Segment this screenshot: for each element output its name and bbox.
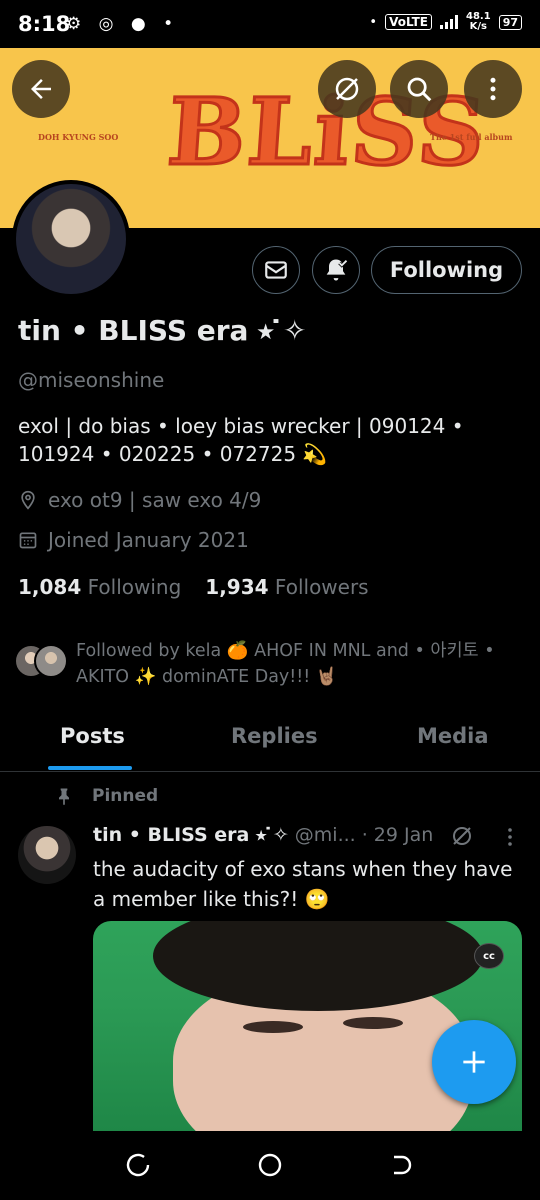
system-back-button[interactable] xyxy=(388,1151,416,1183)
tweet-header: tin • BLISS era ⭑ ̇✧ @mi... · 29 Jan xyxy=(93,824,433,846)
more-options-button[interactable] xyxy=(464,60,522,118)
tweet-text: the audacity of exo stans when they have… xyxy=(93,857,513,911)
avatar-image xyxy=(16,184,126,294)
tweet-author-name[interactable]: tin • BLISS era ⭑ ̇✧ xyxy=(93,824,289,846)
banner-artist-text: DOH KYUNG SOO xyxy=(38,132,119,142)
following-label: Following xyxy=(87,575,182,599)
net-speed: 48.1 K/s xyxy=(466,12,491,32)
wifi-dot-icon: • xyxy=(369,14,378,30)
joined-text: Joined January 2021 xyxy=(48,528,249,552)
location-row: exo ot9 | saw exo 4/9 xyxy=(18,488,261,512)
arrow-left-icon xyxy=(31,79,51,99)
followers-label: Followers xyxy=(274,575,369,599)
tweet-handle-date: @mi... · 29 Jan xyxy=(294,824,434,846)
notifications-button[interactable] xyxy=(312,246,360,294)
display-name: tin • BLISS era ⭑ ̇✧ xyxy=(18,314,307,347)
joined-row: Joined January 2021 xyxy=(18,528,249,552)
location-pin-icon xyxy=(21,490,35,510)
pin-icon xyxy=(59,788,69,806)
calendar-icon xyxy=(19,532,37,549)
search-button[interactable] xyxy=(390,60,448,118)
net-speed-unit: K/s xyxy=(469,21,488,32)
status-bar: 8:18 ⚙ ◎ ● • • VoLTE 48.1 K/s 97 xyxy=(0,0,540,48)
followers-count-link[interactable]: 1,934 Followers xyxy=(205,575,368,599)
envelope-icon xyxy=(265,261,287,279)
following-button[interactable]: Following xyxy=(371,246,522,294)
recents-icon xyxy=(126,1153,150,1177)
followers-count: 1,934 xyxy=(205,575,269,599)
profile-bio: exol | do bias • loey bias wrecker | 090… xyxy=(18,414,464,466)
bell-check-icon xyxy=(326,259,348,281)
tweet-more-button[interactable] xyxy=(500,826,520,852)
tab-media[interactable]: Media xyxy=(417,724,489,748)
tweet-grok-button[interactable] xyxy=(450,824,474,852)
follow-counts: 1,084 Following 1,934 Followers xyxy=(18,575,369,599)
recents-button[interactable] xyxy=(124,1151,152,1183)
search-icon xyxy=(407,77,432,102)
captions-button[interactable]: cc xyxy=(474,943,504,969)
location-text: exo ot9 | saw exo 4/9 xyxy=(48,488,262,512)
followed-by-text: Followed by kela 🍊 AHOF IN MNL and • 아키토… xyxy=(76,641,495,687)
more-vertical-icon xyxy=(508,828,512,846)
grok-button[interactable] xyxy=(318,60,376,118)
back-gesture-icon xyxy=(394,1155,412,1175)
pinned-label: Pinned xyxy=(92,786,159,806)
status-time: 8:18 xyxy=(18,12,71,36)
media-eye xyxy=(343,1017,403,1029)
home-circle-icon xyxy=(258,1153,282,1177)
back-button[interactable] xyxy=(12,60,70,118)
follower-avatar xyxy=(34,644,68,678)
pinned-label-row: Pinned xyxy=(54,786,158,806)
status-right-group: • VoLTE 48.1 K/s 97 xyxy=(369,12,522,32)
home-button[interactable] xyxy=(256,1151,284,1183)
profile-avatar[interactable] xyxy=(12,180,130,298)
volte-badge: VoLTE xyxy=(385,14,432,30)
followed-by-row[interactable]: Followed by kela 🍊 AHOF IN MNL and • 아키토… xyxy=(14,636,524,690)
more-vertical-icon xyxy=(490,77,496,101)
grok-icon xyxy=(453,827,471,845)
profile-handle: @miseonshine xyxy=(18,368,165,392)
tab-replies[interactable]: Replies xyxy=(231,724,318,748)
compose-button[interactable] xyxy=(432,1020,516,1104)
grok-icon xyxy=(335,77,359,101)
battery-icon: 97 xyxy=(498,14,522,30)
message-button[interactable] xyxy=(252,246,300,294)
following-count: 1,084 xyxy=(18,575,82,599)
media-eye xyxy=(243,1021,303,1033)
tab-posts[interactable]: Posts xyxy=(60,724,125,748)
active-tab-indicator xyxy=(48,766,132,770)
tweet-author-avatar[interactable] xyxy=(18,826,76,884)
banner-album-text: The 1st full album xyxy=(430,132,513,142)
status-notification-icons: ⚙ ◎ ● • xyxy=(66,14,180,34)
system-nav-bar xyxy=(0,1131,540,1200)
plus-icon xyxy=(463,1051,485,1073)
following-count-link[interactable]: 1,084 Following xyxy=(18,575,181,599)
profile-tabs: Posts Replies Media xyxy=(0,712,540,772)
signal-icon xyxy=(440,15,458,29)
